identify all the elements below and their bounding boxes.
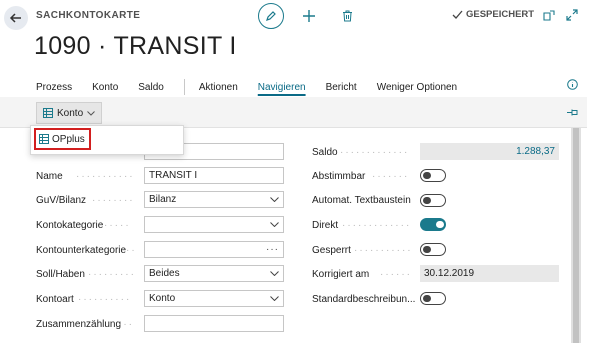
chevron-down-icon [270,271,279,276]
action-konto[interactable]: Konto [92,82,118,93]
sollhaben-select[interactable]: Beides [144,265,284,282]
page-title: 1090 · TRANSIT I [34,32,237,60]
kontokategorie-dots: ····· [104,220,131,231]
sollhaben-dots: ········· [88,269,136,280]
guv-dots: ········ [92,195,135,206]
korrigiert-label: Korrigiert am [312,269,370,280]
gesperrt-label: Gesperrt [312,245,351,256]
zusammenzaehlung-label: Zusammenzählung [36,319,122,330]
action-separator [183,79,185,95]
kontoart-dots: ·········· [78,294,132,305]
saldo-value: 1.288,37 [516,146,555,157]
kontoart-label: Kontoart [36,294,74,305]
korrigiert-value-field[interactable]: 30.12.2019 [420,265,559,282]
direkt-label: Direkt [312,220,339,231]
saldo-value-field[interactable]: 1.288,37 [420,143,559,160]
konto-menu-button[interactable]: Konto [36,102,103,124]
share-icon [543,9,555,21]
toggle-knob [423,171,431,179]
page-type-label: SACHKONTOKARTE [36,10,141,21]
korrigiert-value: 30.12.2019 [424,268,475,279]
zusammenzaehlung-dots: ··· [118,319,134,330]
toggle-knob [423,196,431,204]
konto-menu-label: Konto [57,107,84,119]
kontounterkategorie-label: Kontounterkategorie [36,245,127,256]
kontokategorie-label: Kontokategorie [36,220,104,231]
direkt-dots: ············· [342,220,412,231]
action-saldo[interactable]: Saldo [138,82,164,93]
dropdown-item-opplus[interactable]: OPplus [34,128,91,150]
korrigiert-dots: ······ [380,269,412,280]
kontoart-select[interactable]: Konto [144,290,284,307]
edit-button[interactable] [258,3,284,29]
chevron-down-icon [270,296,279,301]
sollhaben-value: Beides [149,268,180,279]
save-status: GESPEICHERT [452,9,534,20]
toggle-knob [423,245,431,253]
plus-icon [303,10,315,22]
trash-icon [342,10,352,22]
toggle-knob [436,220,444,228]
name-label: Name [36,171,63,182]
name-dots: ··········· [76,171,135,182]
gesperrt-toggle[interactable] [420,243,446,256]
action-prozess[interactable]: Prozess [36,82,72,93]
name-value: TRANSIT I [149,170,198,181]
checkmark-icon [452,10,463,19]
textbaustein-label: Automat. Textbaustein [312,195,411,206]
expand-button[interactable] [565,8,579,22]
chevron-down-icon [270,197,279,202]
pencil-icon [266,11,276,21]
abstimmbar-dots: ······· [372,171,410,182]
table-icon [43,108,53,118]
guv-select[interactable]: Bilanz [144,191,284,208]
expand-icon [566,9,578,21]
guv-value: Bilanz [149,194,177,205]
sollhaben-label: Soll/Haben [36,269,85,280]
name-field[interactable]: TRANSIT I [144,167,284,184]
save-status-label: GESPEICHERT [466,9,535,20]
back-button[interactable] [4,6,28,30]
pin-icon [567,109,578,115]
toggle-knob [423,294,431,302]
info-button[interactable] [566,78,578,90]
action-bericht[interactable]: Bericht [326,82,357,93]
gesperrt-dots: ··········· [354,245,413,256]
dropdown-item-label: OPplus [52,133,85,145]
standardbeschreibung-label: Standardbeschreibun... [312,294,416,305]
saldo-dots: ············· [340,147,410,158]
kontoart-value: Konto [149,293,176,304]
table-icon [39,134,49,144]
chevron-down-icon [270,222,279,227]
pin-button[interactable] [566,106,578,118]
saldo-label: Saldo [312,147,338,158]
abstimmbar-toggle[interactable] [420,169,446,182]
info-icon [566,78,578,90]
ellipsis-icon[interactable]: ··· [266,244,279,255]
action-bar: Prozess Konto Saldo Aktionen Navigieren … [36,79,477,95]
abstimmbar-label: Abstimmbar [312,171,366,182]
delete-button[interactable] [338,7,356,25]
action-weniger-optionen[interactable]: Weniger Optionen [377,82,457,93]
guv-label: GuV/Bilanz [36,195,87,206]
action-aktionen[interactable]: Aktionen [199,82,238,93]
kontounterkategorie-dots: ·· [126,245,137,256]
zusammenzaehlung-field[interactable] [144,315,284,332]
direkt-toggle[interactable] [420,218,446,231]
open-new-window-button[interactable] [542,8,556,22]
standardbeschreibung-toggle[interactable] [420,292,446,305]
scrollbar-thumb[interactable] [573,128,579,343]
kontokategorie-select[interactable] [144,216,284,233]
textbaustein-toggle[interactable] [420,194,446,207]
chevron-down-icon [87,110,95,116]
back-arrow-icon [9,13,21,23]
kontounterkategorie-lookup[interactable]: ··· [144,241,284,258]
new-button[interactable] [300,7,318,25]
action-navigieren[interactable]: Navigieren [258,82,306,93]
